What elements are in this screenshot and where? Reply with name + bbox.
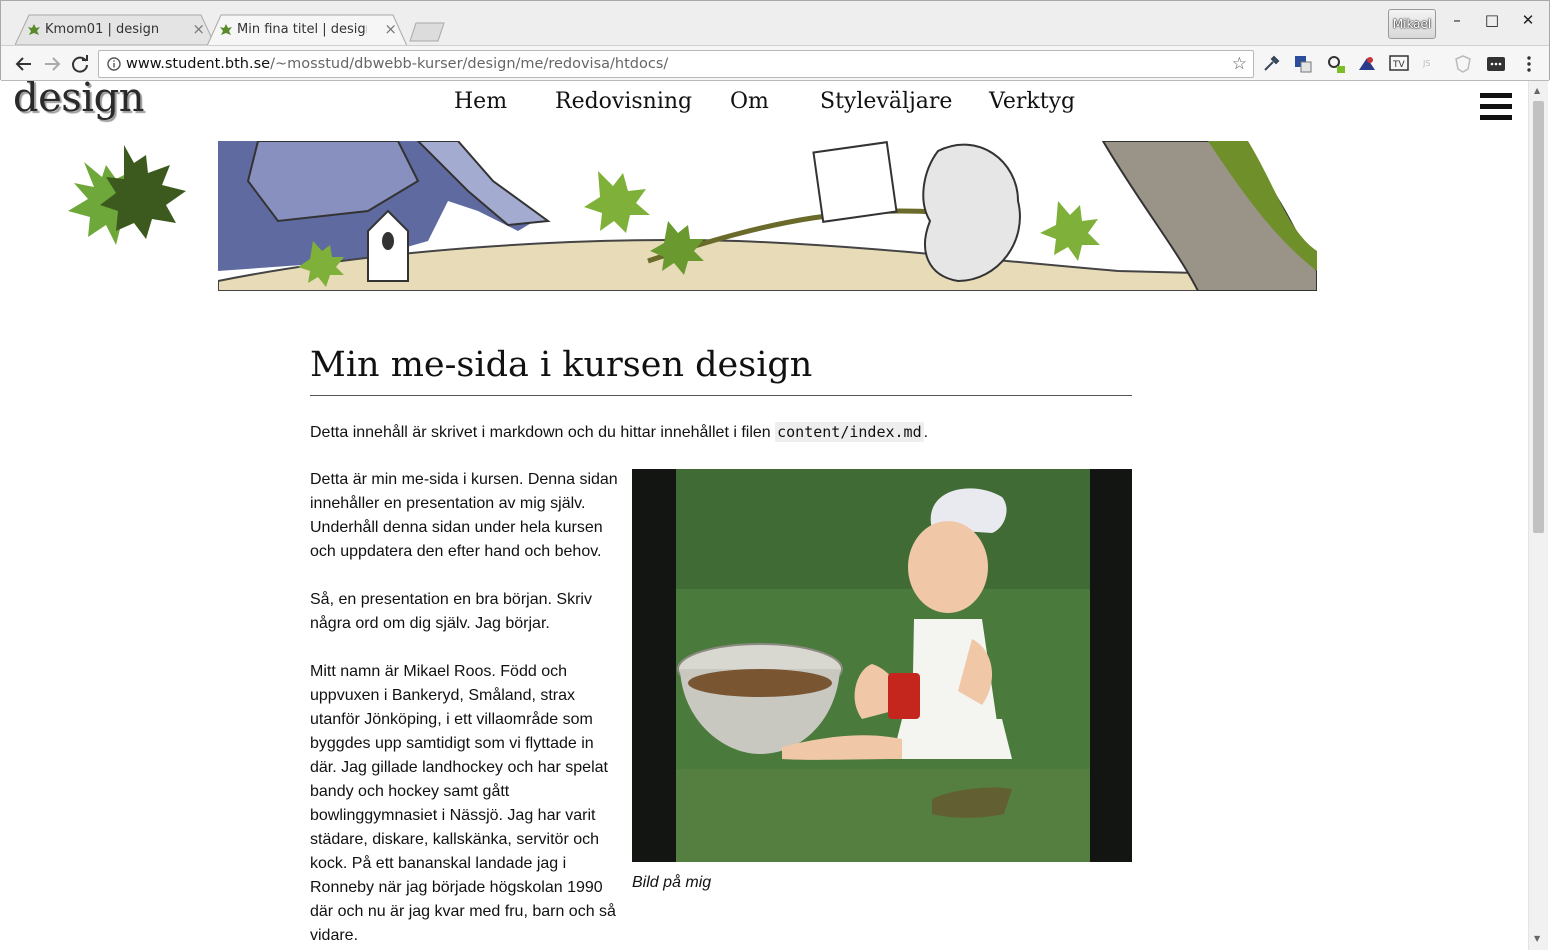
image-extension-icon[interactable] <box>1357 54 1377 74</box>
address-bar[interactable]: www.student.bth.se/~mosstud/dbwebb-kurse… <box>98 50 1254 78</box>
forward-icon[interactable] <box>41 53 63 75</box>
nav-link-redovisning[interactable]: Redovisning <box>555 89 692 114</box>
tab-title: Min fina titel | design <box>237 22 367 37</box>
scroll-down-arrow-icon[interactable]: ▼ <box>1534 934 1540 943</box>
nav-link-hem[interactable]: Hem <box>454 89 507 114</box>
translate-extension-icon[interactable] <box>1293 54 1313 74</box>
search-extension-icon[interactable] <box>1326 54 1346 74</box>
minimize-icon[interactable]: – <box>1447 11 1467 29</box>
maple-leaf-logo <box>68 145 186 245</box>
paragraph-1: Detta är min me-sida i kursen. Denna sid… <box>310 471 618 560</box>
back-icon[interactable] <box>13 53 35 75</box>
intro-text: Detta innehåll är skrivet i markdown och… <box>310 424 776 441</box>
star-icon[interactable]: ☆ <box>1232 54 1247 74</box>
close-window-icon[interactable]: ✕ <box>1518 11 1538 29</box>
dots-extension-icon[interactable] <box>1486 54 1506 74</box>
profile-figure: Bild på mig <box>632 469 1132 892</box>
hamburger-icon[interactable] <box>1480 93 1514 123</box>
menu-kebab-icon[interactable] <box>1519 54 1539 74</box>
intro-period: . <box>923 424 929 441</box>
tv-extension-icon[interactable]: TV <box>1389 54 1409 74</box>
tab-title: Kmom01 | design <box>45 22 160 37</box>
paragraph-3: Mitt namn är Mikael Roos. Född och uppvu… <box>310 663 616 944</box>
paragraph-2: Så, en presentation en bra början. Skriv… <box>310 591 592 632</box>
intro-code-filename: content/index.md <box>775 422 924 442</box>
page-title: Min me-sida i kursen design <box>310 343 1132 396</box>
url-text: www.student.bth.se/~mosstud/dbwebb-kurse… <box>126 56 668 72</box>
url-path: /~mosstud/dbwebb-kurser/design/me/redovi… <box>270 56 669 72</box>
scroll-up-arrow-icon[interactable]: ▲ <box>1534 86 1540 95</box>
baby-photo-image <box>632 469 1132 862</box>
tab-close-icon[interactable]: × <box>192 20 205 38</box>
browser-chrome: Kmom01 | design × Min fina titel | desig… <box>0 0 1550 81</box>
tab-close-icon[interactable]: × <box>384 20 397 38</box>
maximize-icon[interactable]: □ <box>1482 11 1502 29</box>
site-title[interactable]: design <box>13 81 144 121</box>
nav-link-om[interactable]: Om <box>730 89 769 114</box>
nav-link-verktyg[interactable]: Verktyg <box>989 89 1075 114</box>
shield-extension-icon[interactable] <box>1453 54 1473 74</box>
scrollbar-thumb[interactable] <box>1533 101 1544 533</box>
leaf-favicon-icon <box>220 24 232 35</box>
new-tab-button[interactable] <box>409 22 445 42</box>
page-viewport: design Hem Redovisning Om Styleväljare V… <box>2 81 1528 950</box>
browser-toolbar: www.student.bth.se/~mosstud/dbwebb-kurse… <box>1 45 1549 81</box>
image-caption: Bild på mig <box>632 874 712 891</box>
js-extension-icon[interactable]: JS <box>1421 54 1441 74</box>
intro-paragraph: Detta innehåll är skrivet i markdown och… <box>310 420 1132 445</box>
tab-kmom01[interactable]: Kmom01 | design × <box>15 14 215 46</box>
profile-button[interactable]: Mikael <box>1388 9 1436 39</box>
tab-strip: Kmom01 | design × Min fina titel | desig… <box>1 1 1549 46</box>
main-article: Min me-sida i kursen design Detta innehå… <box>310 343 1132 944</box>
profile-photo <box>632 469 1132 862</box>
svg-text:TV: TV <box>1392 60 1405 70</box>
text-column: Detta är min me-sida i kursen. Denna sid… <box>310 468 622 950</box>
url-host: www.student.bth.se <box>126 56 271 72</box>
eyedropper-extension-icon[interactable] <box>1261 54 1281 74</box>
info-icon[interactable] <box>107 57 121 71</box>
vertical-scrollbar[interactable]: ▲ ▼ <box>1528 81 1548 950</box>
nav-link-stylevaljare[interactable]: Styleväljare <box>820 89 952 114</box>
leaf-favicon-icon <box>28 24 40 35</box>
header-banner-image <box>218 141 1317 291</box>
svg-text:JS: JS <box>1422 59 1430 68</box>
tab-min-fina-titel[interactable]: Min fina titel | design × <box>207 14 407 46</box>
reload-icon[interactable] <box>69 53 91 75</box>
